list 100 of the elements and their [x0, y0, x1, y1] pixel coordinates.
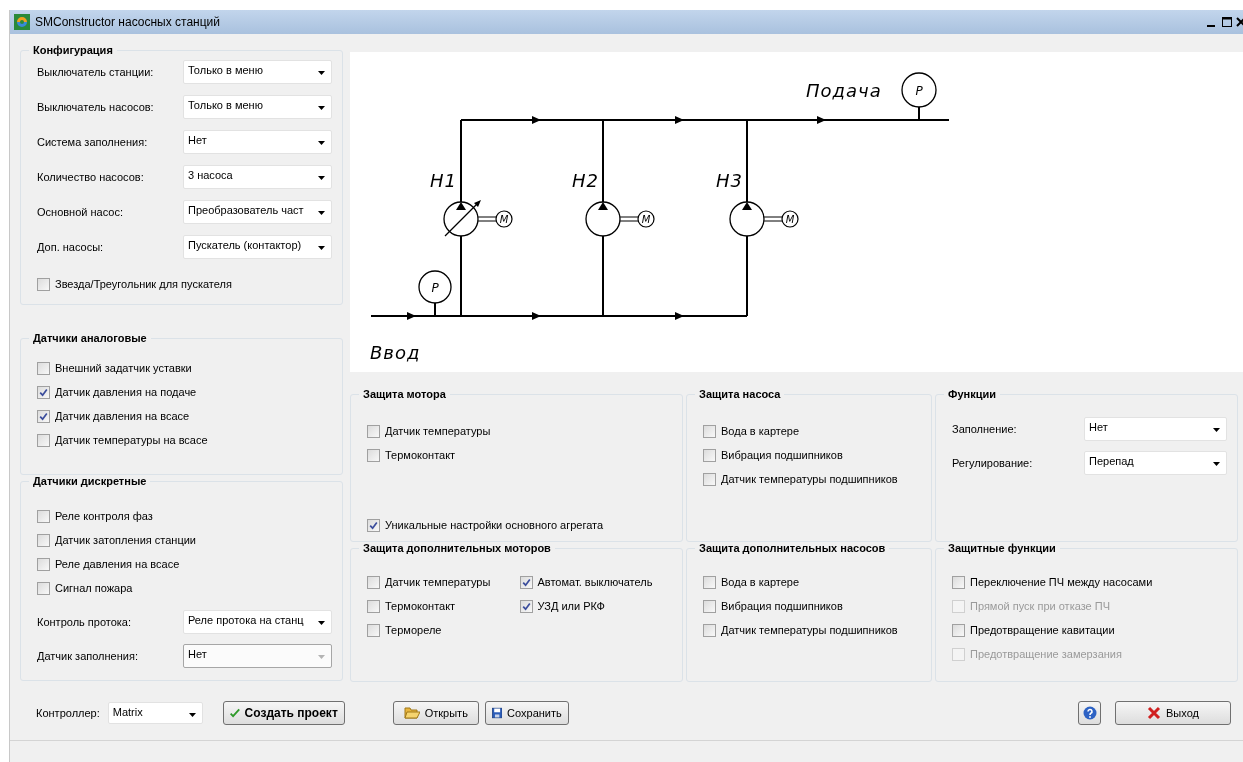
checkbox[interactable] [367, 424, 380, 438]
caret-icon [318, 655, 325, 659]
caret-icon [1213, 428, 1220, 432]
pipe-label: Ввод [370, 342, 421, 363]
dropdown[interactable]: Преобразователь част [183, 200, 332, 224]
group-title: Защита насоса [698, 388, 782, 401]
shaft-line [763, 216, 783, 222]
checkbox[interactable] [703, 575, 716, 589]
dropdown[interactable]: Только в меню [183, 95, 332, 119]
checkbox[interactable] [703, 448, 716, 462]
caret-icon [1213, 462, 1220, 466]
field-label: Выключатель станции: [37, 66, 155, 78]
checkbox[interactable] [37, 557, 50, 571]
pump-label: Н1 [430, 170, 457, 191]
checkbox[interactable] [37, 409, 50, 423]
checkmark-icon [229, 706, 240, 720]
create-button[interactable]: Создать проект [222, 701, 345, 725]
checkbox[interactable] [952, 575, 965, 589]
motor-symbol: M [781, 210, 799, 228]
group-title: Конфигурация [32, 44, 114, 57]
checkbox[interactable] [367, 599, 380, 613]
dropdown[interactable]: 3 насоса [183, 165, 332, 189]
field-label: Количество насосов: [37, 171, 145, 183]
open-button[interactable]: Открыть [392, 701, 479, 725]
dropdown[interactable]: Нет [183, 130, 332, 154]
field-label: Датчик заполнения: [37, 650, 139, 662]
dropdown[interactable]: Matrix [107, 702, 203, 724]
checkbox-label: Сигнал пожара [55, 582, 133, 594]
checkbox[interactable] [37, 361, 50, 375]
help-icon [1082, 706, 1097, 720]
pump-label: Н2 [572, 170, 599, 191]
group-title: Датчики дискретные [32, 475, 148, 488]
caret-icon [318, 246, 325, 250]
group-title: Датчики аналоговые [32, 332, 148, 345]
caret-icon [318, 621, 325, 625]
checkbox-label: Вибрация подшипников [721, 600, 843, 612]
checkbox-label: Датчик давления на подаче [55, 386, 197, 398]
motor-symbol: M [495, 210, 513, 228]
dropdown[interactable]: Реле протока на станц [183, 610, 332, 634]
checkbox[interactable] [367, 575, 380, 589]
close-icon [1147, 706, 1162, 720]
checkbox[interactable] [367, 623, 380, 637]
field-label: Контроллер: [36, 707, 100, 719]
field-label: Выключатель насосов: [37, 101, 155, 113]
checkbox[interactable] [367, 448, 380, 462]
group-title: Функции [947, 388, 997, 401]
pump-label: Н3 [716, 170, 743, 191]
checkbox-label: Термореле [385, 624, 442, 636]
checkbox-label: Термоконтакт [385, 600, 456, 612]
checkbox[interactable] [703, 424, 716, 438]
exit-button[interactable]: Выход [1115, 701, 1231, 725]
motor-symbol: M [637, 210, 655, 228]
close-icon[interactable] [1236, 15, 1243, 29]
checkbox-label: Датчик температуры подшипников [721, 473, 898, 485]
checkbox[interactable] [37, 533, 50, 547]
save-button[interactable]: Сохранить [484, 701, 569, 725]
checkbox[interactable] [37, 385, 50, 399]
checkbox-label: Реле контроля фаз [55, 510, 153, 522]
help-button[interactable] [1078, 701, 1101, 725]
checkbox[interactable] [519, 575, 533, 589]
field-label: Заполнение: [952, 423, 1018, 435]
checkbox-label: Прямой пуск при отказе ПЧ [970, 600, 1110, 612]
checkbox[interactable] [37, 277, 50, 291]
checkbox-label: Датчик температуры на всасе [55, 434, 208, 446]
pipe-label: Подача [806, 80, 882, 101]
checkbox[interactable] [519, 599, 533, 613]
checkbox[interactable] [703, 472, 716, 486]
checkbox-label: Термоконтакт [385, 449, 456, 461]
checkbox-label: Реле давления на всасе [55, 558, 180, 570]
checkbox[interactable] [703, 599, 716, 613]
checkbox-label: Датчик температуры [385, 576, 491, 588]
shaft-line [477, 216, 497, 222]
checkbox[interactable] [37, 581, 50, 595]
dropdown[interactable]: Пускатель (контактор) [183, 235, 332, 259]
group-title: Защитные функции [947, 542, 1057, 555]
checkbox[interactable] [37, 433, 50, 447]
folder-icon [403, 706, 420, 720]
caret-icon [318, 106, 325, 110]
field-label: Контроль протока: [37, 616, 133, 628]
dropdown[interactable]: Перепад [1084, 451, 1227, 475]
checkbox-label: Вибрация подшипников [721, 449, 843, 461]
checkbox[interactable] [367, 518, 380, 532]
checkbox-label: Датчик давления на всасе [55, 410, 190, 422]
caret-icon [318, 176, 325, 180]
checkbox[interactable] [703, 623, 716, 637]
field-label: Доп. насосы: [37, 241, 105, 253]
field-label: Основной насос: [37, 206, 124, 218]
checkbox-label: Вода в картере [721, 425, 800, 437]
checkbox-label: Автомат. выключатель [537, 576, 653, 588]
checkbox-label: УЗД или РКФ [537, 600, 605, 612]
caret-icon [318, 71, 325, 75]
checkbox[interactable] [37, 509, 50, 523]
caret-icon [188, 713, 196, 717]
dropdown[interactable]: Нет [1084, 417, 1227, 441]
checkbox-label: Предотвращение кавитации [970, 624, 1115, 636]
dropdown[interactable]: Только в меню [183, 60, 332, 84]
maximize-icon[interactable] [1220, 15, 1234, 29]
caret-icon [318, 211, 325, 215]
shaft-line [619, 216, 639, 222]
checkbox[interactable] [952, 623, 965, 637]
